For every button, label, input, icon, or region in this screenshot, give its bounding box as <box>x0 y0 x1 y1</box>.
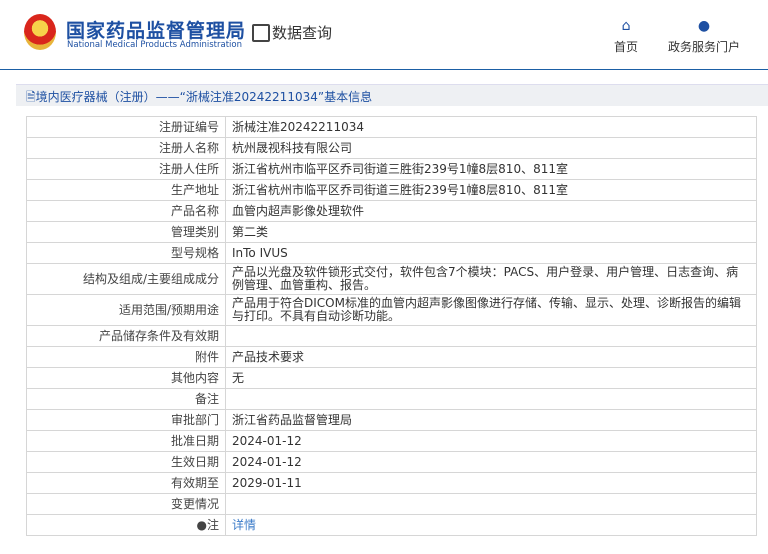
row-label: 批准日期 <box>26 430 226 452</box>
table-row: 有效期至 2029-01-11 <box>26 472 757 494</box>
row-label: 附件 <box>26 346 226 368</box>
note-value: 详情 <box>225 514 757 536</box>
detail-table: 注册证编号 浙械注准20242211034 注册人名称 杭州晟视科技有限公司 注册人住所… <box>26 116 757 536</box>
row-label: 其他内容 <box>26 367 226 389</box>
row-value: 浙江省杭州市临平区乔司街道三胜街239号1幢8层810、811室 <box>225 158 757 180</box>
table-row: 结构及组成/主要组成成分 产品以光盘及软件锁形式交付，软件包含7个模块：PACS、… <box>26 263 757 295</box>
table-row: 产品名称 血管内超声影像处理软件 <box>26 200 757 222</box>
row-value: 浙械注准20242211034 <box>225 116 757 138</box>
page-title: 🗎境内医疗器械（注册）——“浙械注准20242211034”基本信息 <box>16 84 768 106</box>
row-value: 2024-01-12 <box>225 451 757 473</box>
home-icon: ⌂ <box>621 18 631 34</box>
table-row: 注册人名称 杭州晟视科技有限公司 <box>26 137 757 159</box>
note-label: 注 <box>206 517 219 532</box>
row-label: 生效日期 <box>26 451 226 473</box>
row-label: 审批部门 <box>26 409 226 431</box>
row-label: 适用范围/预期用途 <box>26 294 226 326</box>
national-emblem-logo <box>24 14 56 50</box>
row-label: 注册证编号 <box>26 116 226 138</box>
row-value <box>225 493 757 515</box>
row-value: 2024-01-12 <box>225 430 757 452</box>
brand-name-en: National Medical Products Administration <box>67 40 242 50</box>
row-label: 生产地址 <box>26 179 226 201</box>
site-header: 国家药品监督管理局 National Medical Products Admi… <box>0 0 768 70</box>
row-label: 管理类别 <box>26 221 226 243</box>
page-title-text: 境内医疗器械（注册）——“浙械注准20242211034”基本信息 <box>35 90 373 104</box>
details-link[interactable]: 详情 <box>232 518 256 532</box>
row-value: InTo IVUS <box>225 242 757 264</box>
row-value: 浙江省药品监督管理局 <box>225 409 757 431</box>
row-label: 注册人住所 <box>26 158 226 180</box>
nav-gov-portal[interactable]: ● 政务服务门户 <box>668 18 740 55</box>
row-label: 型号规格 <box>26 242 226 264</box>
data-query-title: 数据查询 <box>252 22 332 43</box>
note-row: ●注 详情 <box>26 514 757 536</box>
table-row: 变更情况 <box>26 493 757 515</box>
nav-portal-label: 政务服务门户 <box>668 40 741 54</box>
user-icon: ● <box>697 18 711 34</box>
table-row: 其他内容无 <box>26 367 757 389</box>
row-value: 浙江省杭州市临平区乔司街道三胜街239号1幢8层810、811室 <box>225 179 757 201</box>
row-value: 产品以光盘及软件锁形式交付，软件包含7个模块：PACS、用户登录、用户管理、日志… <box>225 263 757 295</box>
table-row: 管理类别 第二类 <box>26 221 757 243</box>
table-row: 备注 <box>26 388 757 410</box>
row-value: 2029-01-11 <box>225 472 757 494</box>
table-row: 产品储存条件及有效期 <box>26 325 757 347</box>
table-row: 型号规格 InTo IVUS <box>26 242 757 264</box>
table-row: 批准日期 2024-01-12 <box>26 430 757 452</box>
table-row: 审批部门 浙江省药品监督管理局 <box>26 409 757 431</box>
row-label: 注册人名称 <box>26 137 226 159</box>
nav-home-label: 首页 <box>614 40 639 54</box>
row-value: 产品用于符合DICOM标准的血管内超声影像图像进行存储、传输、显示、处理、诊断报… <box>225 294 757 326</box>
table-row: 附件 产品技术要求 <box>26 346 757 368</box>
row-value: 产品技术要求 <box>225 346 757 368</box>
table-row: 适用范围/预期用途 产品用于符合DICOM标准的血管内超声影像图像进行存储、传输、… <box>26 294 757 326</box>
row-label: 变更情况 <box>26 493 226 515</box>
row-label: 结构及组成/主要组成成分 <box>26 263 226 295</box>
row-value: 第二类 <box>225 221 757 243</box>
note-label-cell: ●注 <box>26 514 226 536</box>
data-query-label: 数据查询 <box>272 24 333 42</box>
row-value <box>225 325 757 347</box>
pin-icon: ● <box>196 517 207 532</box>
table-row: 生产地址 浙江省杭州市临平区乔司街道三胜街239号1幢8层810、811室 <box>26 179 757 201</box>
nav-home[interactable]: ⌂ 首页 <box>614 18 638 55</box>
table-row: 注册证编号 浙械注准20242211034 <box>26 116 757 138</box>
table-row: 注册人住所 浙江省杭州市临平区乔司街道三胜街239号1幢8层810、811室 <box>26 158 757 180</box>
row-label: 有效期至 <box>26 472 226 494</box>
row-label: 备注 <box>26 388 226 410</box>
row-label: 产品储存条件及有效期 <box>26 325 226 347</box>
table-row: 生效日期 2024-01-12 <box>26 451 757 473</box>
row-value: 无 <box>225 367 757 389</box>
document-icon: 🗎 <box>26 90 36 104</box>
search-document-icon <box>252 23 270 42</box>
row-value: 血管内超声影像处理软件 <box>225 200 757 222</box>
row-value: 杭州晟视科技有限公司 <box>225 137 757 159</box>
row-value <box>225 388 757 410</box>
row-label: 产品名称 <box>26 200 226 222</box>
brand-name[interactable]: 国家药品监督管理局 <box>66 16 246 43</box>
